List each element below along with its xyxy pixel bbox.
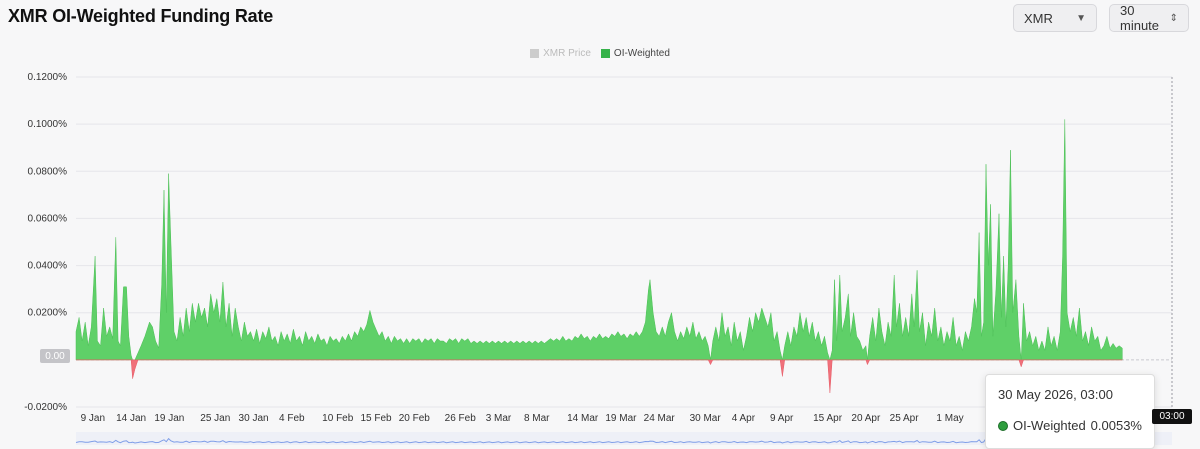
y-tick-label: -0.0200% [24,402,67,413]
x-tick-label: 20 Apr [851,413,881,424]
cursor-time-label: 03:00 [1152,409,1192,424]
x-tick-label: 20 Feb [399,413,431,424]
tooltip-date: 30 May 2026, 03:00 [998,387,1113,402]
y-tick-label: 0.1200% [28,72,68,83]
x-tick-label: 4 Apr [732,413,756,424]
zero-axis-badge: 0.00 [40,349,70,363]
y-tick-label: 0.0400% [28,261,68,272]
x-tick-label: 25 Jan [200,413,230,424]
hover-tooltip: 30 May 2026, 03:00 OI-Weighted 0.0053% [985,374,1155,449]
x-tick-label: 14 Mar [567,413,599,424]
x-tick-label: 9 Jan [81,413,105,424]
x-tick-label: 1 May [936,413,963,424]
x-tick-label: 10 Feb [322,413,354,424]
x-tick-label: 8 Mar [524,413,550,424]
x-tick-label: 30 Jan [239,413,269,424]
x-tick-label: 15 Apr [813,413,843,424]
y-tick-label: 0.0800% [28,166,68,177]
tooltip-series-name: OI-Weighted [1013,418,1086,433]
x-tick-label: 9 Apr [770,413,794,424]
x-tick-label: 15 Feb [360,413,392,424]
y-tick-label: 0.1000% [28,119,68,130]
x-tick-label: 25 Apr [890,413,920,424]
y-tick-label: 0.0200% [28,308,68,319]
x-tick-label: 4 Feb [279,413,305,424]
tooltip-value: 0.0053% [1090,418,1142,433]
y-tick-label: 0.0600% [28,213,68,224]
negative-area [76,359,1123,393]
x-tick-label: 24 Mar [644,413,676,424]
series-dot-icon [998,420,1008,431]
tooltip-row: OI-Weighted 0.0053% [998,418,1142,433]
x-tick-label: 3 Mar [486,413,512,424]
x-tick-label: 19 Jan [154,413,184,424]
x-tick-label: 26 Feb [445,413,477,424]
x-tick-label: 14 Jan [116,413,146,424]
x-tick-label: 19 Mar [605,413,637,424]
x-tick-label: 30 Mar [690,413,722,424]
area-series [75,77,1173,407]
positive-area [75,119,1123,361]
x-axis: 9 Jan 14 Jan 19 Jan 25 Jan 30 Jan 4 Feb 10 Feb… [81,413,992,424]
